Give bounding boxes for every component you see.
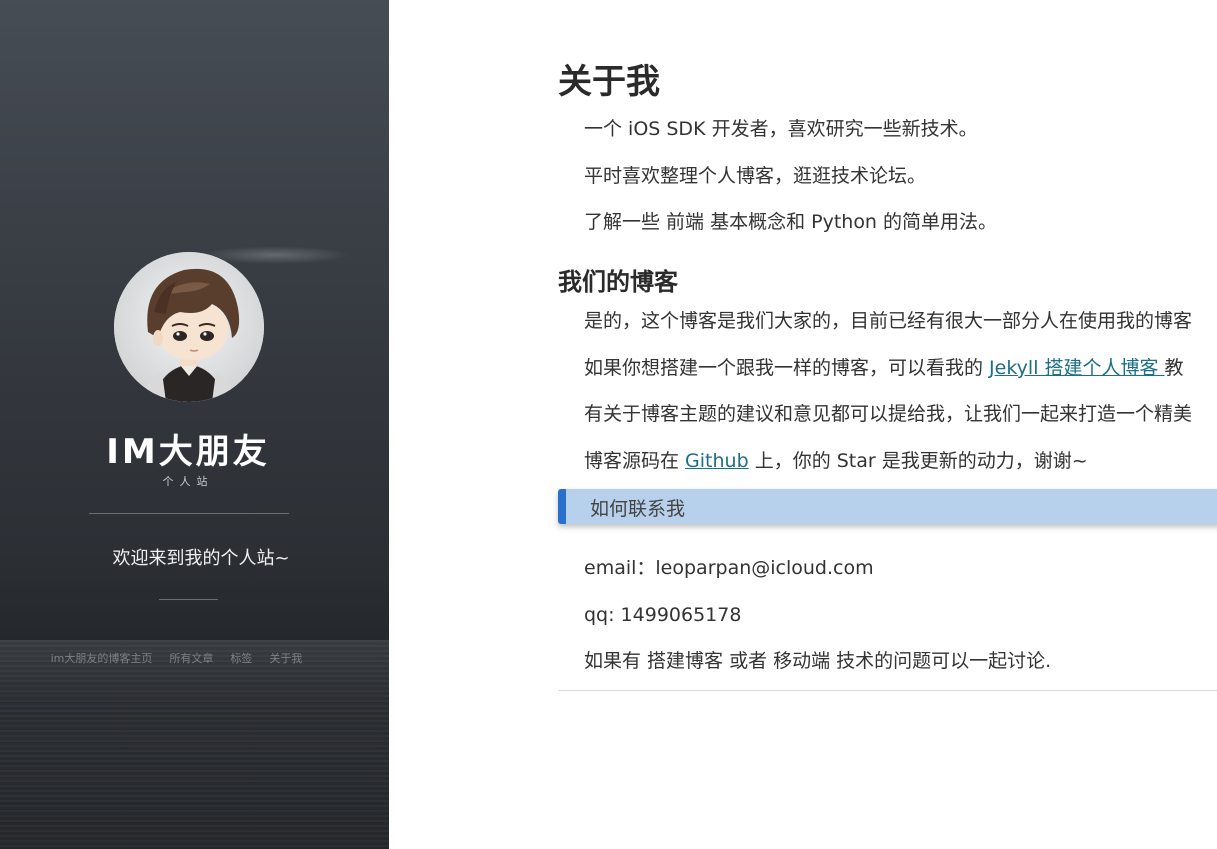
github-link[interactable]: Github: [685, 450, 749, 472]
blog-line-2-tail: 教: [1164, 357, 1184, 379]
site-subtitle: 个人站: [162, 475, 214, 488]
avatar-image: [114, 252, 264, 402]
about-heading: 关于我: [558, 62, 660, 102]
contact-callout: 如何联系我: [558, 489, 1217, 524]
blog-line-1: 是的，这个博客是我们大家的，目前已经有很大一部分人在使用我的博客: [584, 310, 1193, 332]
contact-callout-label: 如何联系我: [590, 498, 686, 520]
sidebar-divider: [89, 513, 289, 514]
contact-email: email：leoparpan@icloud.com: [584, 557, 874, 579]
welcome-text: 欢迎来到我的个人站~: [112, 548, 290, 569]
blog-line-3: 有关于博客主题的建议和意见都可以提给我，让我们一起来打造一个精美: [584, 403, 1193, 425]
sidebar-divider-short: [159, 599, 218, 600]
blog-line-4: 博客源码在 Github 上，你的 Star 是我更新的动力，谢谢~: [584, 448, 1088, 474]
blog-heading: 我们的博客: [558, 268, 678, 296]
blog-line-4-tail: 上，你的 Star 是我更新的动力，谢谢~: [748, 450, 1088, 472]
about-line-2: 平时喜欢整理个人博客，逛逛技术论坛。: [584, 165, 927, 187]
jekyll-tutorial-link[interactable]: Jekyll 搭建个人博客: [989, 357, 1165, 379]
site-title: IM大朋友: [106, 432, 270, 472]
blog-line-4-text: 博客源码在: [584, 450, 686, 472]
nav-link-tags[interactable]: 标签: [230, 650, 252, 666]
blog-line-2: 如果你想搭建一个跟我一样的博客，可以看我的 Jekyll 搭建个人博客 教: [584, 355, 1184, 381]
about-line-1: 一个 iOS SDK 开发者，喜欢研究一些新技术。: [584, 118, 978, 140]
sidebar: IM大朋友 个人站 欢迎来到我的个人站~ im大朋友的博客主页 所有文章 标签 …: [0, 0, 389, 849]
sidebar-nav: im大朋友的博客主页 所有文章 标签 关于我: [0, 650, 371, 666]
contact-qq: qq: 1499065178: [584, 604, 742, 626]
nav-link-all-posts[interactable]: 所有文章: [169, 650, 213, 666]
nav-link-about[interactable]: 关于我: [269, 650, 302, 666]
sidebar-background-sea: [0, 640, 389, 849]
content-divider: [558, 690, 1217, 691]
contact-note: 如果有 搭建博客 或者 移动端 技术的问题可以一起讨论.: [584, 650, 1052, 672]
nav-link-home[interactable]: im大朋友的博客主页: [51, 650, 153, 666]
blog-line-2-text: 如果你想搭建一个跟我一样的博客，可以看我的: [584, 357, 990, 379]
about-line-3: 了解一些 前端 基本概念和 Python 的简单用法。: [584, 211, 998, 233]
avatar: [114, 252, 264, 402]
